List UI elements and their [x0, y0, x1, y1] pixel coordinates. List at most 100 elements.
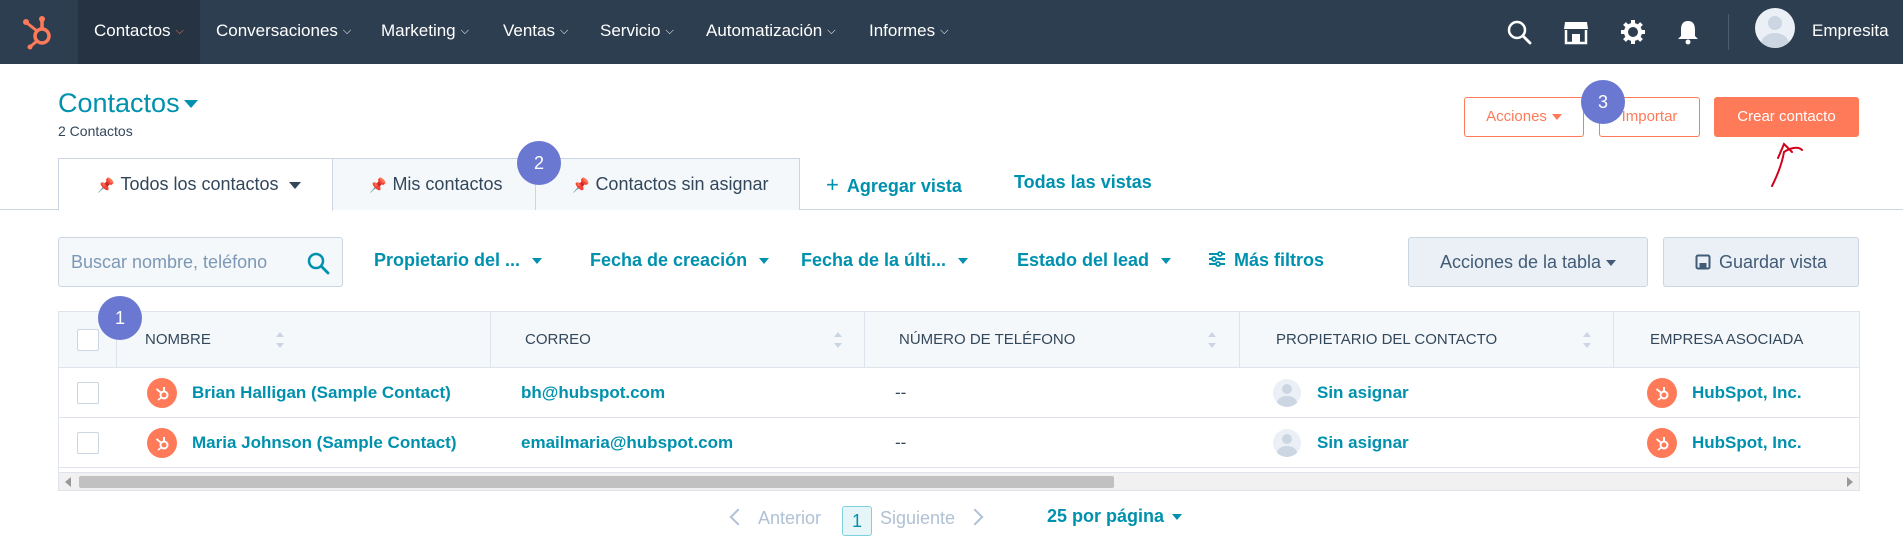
search-icon[interactable]: [306, 251, 330, 275]
add-view-label: Agregar vista: [846, 176, 962, 196]
marketplace-icon[interactable]: [1562, 18, 1590, 46]
tab-label: Todos los contactos: [120, 174, 279, 194]
nav-ventas[interactable]: Ventas ⌵: [503, 0, 568, 64]
owner-avatar: [1273, 429, 1301, 457]
pin-icon: 📌: [369, 177, 387, 193]
table-header: NOMBRE CORREO NÚMERO DE TELÉFONO PROPIET…: [59, 312, 1859, 368]
contact-email-link[interactable]: emailmaria@hubspot.com: [521, 418, 733, 468]
tab-label: Contactos sin asignar: [595, 174, 769, 194]
top-navigation: Contactos ⌵ Conversaciones ⌵ Marketing ⌵ Ve…: [0, 0, 1903, 64]
filter-propietario[interactable]: Propietario del ...: [374, 250, 543, 271]
row-checkbox[interactable]: [77, 382, 99, 404]
caret-down-icon: [1551, 114, 1562, 121]
column-label: NOMBRE: [145, 331, 211, 348]
caret-down-icon[interactable]: [184, 100, 198, 108]
nav-conversaciones[interactable]: Conversaciones ⌵: [216, 0, 351, 64]
row-checkbox[interactable]: [77, 432, 99, 454]
more-filters-button[interactable]: Más filtros: [1208, 250, 1324, 271]
next-label: Siguiente: [880, 508, 956, 528]
filter-label: Estado del lead: [1017, 250, 1150, 270]
filter-fecha-creacion[interactable]: Fecha de creación: [590, 250, 770, 271]
chevron-down-icon: ⌵: [342, 25, 352, 37]
contact-owner-link[interactable]: Sin asignar: [1317, 368, 1409, 418]
search-input[interactable]: [71, 248, 291, 276]
tab-contactos-sin-asignar[interactable]: 📌 Contactos sin asignar: [535, 158, 800, 210]
all-views-link[interactable]: Todas las vistas: [1014, 172, 1152, 193]
record-count: 2 Contactos: [58, 123, 133, 139]
actions-label: Acciones: [1486, 108, 1547, 125]
previous-page-button[interactable]: Anterior: [729, 508, 822, 529]
contact-name-link[interactable]: Brian Halligan (Sample Contact): [192, 368, 451, 418]
per-page-dropdown[interactable]: 25 por página: [1047, 506, 1183, 527]
chevron-down-icon: ⌵: [940, 25, 949, 37]
contact-phone: --: [895, 383, 907, 402]
tab-mis-contactos[interactable]: 📌 Mis contactos: [332, 158, 536, 210]
create-contact-button[interactable]: Crear contacto: [1714, 97, 1859, 137]
nav-servicio[interactable]: Servicio ⌵: [600, 0, 674, 64]
caret-down-icon: [1606, 260, 1617, 267]
avatar[interactable]: [1755, 8, 1795, 48]
save-icon: [1695, 254, 1711, 270]
select-all-checkbox[interactable]: [77, 329, 99, 351]
table-actions-label: Acciones de la tabla: [1439, 252, 1602, 272]
hubspot-logo-icon[interactable]: [18, 12, 58, 52]
sort-icon[interactable]: [1582, 332, 1592, 348]
search-field[interactable]: [58, 237, 343, 287]
table-actions-button[interactable]: Acciones de la tabla: [1408, 237, 1648, 287]
sort-icon[interactable]: [1207, 332, 1217, 348]
plus-icon: +: [826, 172, 839, 197]
column-header-name[interactable]: NOMBRE: [117, 312, 491, 368]
contact-email-link[interactable]: bh@hubspot.com: [521, 368, 665, 418]
column-header-company[interactable]: EMPRESA ASOCIADA: [1614, 312, 1859, 368]
scroll-right-icon[interactable]: [1847, 477, 1853, 487]
filter-estado-lead[interactable]: Estado del lead: [1017, 250, 1172, 271]
contact-phone: --: [895, 433, 907, 452]
nav-label: Servicio: [600, 21, 661, 40]
filter-fecha-ultima[interactable]: Fecha de la últi...: [801, 250, 969, 271]
account-name[interactable]: Empresita: [1812, 0, 1889, 64]
gear-icon[interactable]: [1619, 18, 1647, 46]
pin-icon: 📌: [572, 177, 590, 193]
contact-owner-link[interactable]: Sin asignar: [1317, 418, 1409, 468]
sort-icon[interactable]: [275, 332, 285, 348]
column-header-email[interactable]: CORREO: [491, 312, 865, 368]
column-label: EMPRESA ASOCIADA: [1650, 331, 1804, 348]
company-link[interactable]: HubSpot, Inc.: [1692, 418, 1802, 468]
nav-label: Conversaciones: [216, 21, 338, 40]
nav-contactos[interactable]: Contactos ⌵: [78, 0, 200, 64]
tab-todos-los-contactos[interactable]: 📌 Todos los contactos: [58, 158, 333, 211]
more-filters-label: Más filtros: [1234, 250, 1325, 270]
caret-down-icon[interactable]: [288, 181, 301, 189]
table-row: Maria Johnson (Sample Contact) emailmari…: [59, 418, 1859, 468]
hubspot-sprocket-icon: [147, 428, 177, 458]
column-header-owner[interactable]: PROPIETARIO DEL CONTACTO: [1240, 312, 1614, 368]
company-link[interactable]: HubSpot, Inc.: [1692, 368, 1802, 418]
nav-informes[interactable]: Informes ⌵: [869, 0, 948, 64]
nav-label: Contactos: [94, 21, 171, 40]
nav-automatizacion[interactable]: Automatización ⌵: [706, 0, 836, 64]
previous-label: Anterior: [758, 508, 822, 528]
scrollbar-thumb[interactable]: [79, 476, 1114, 488]
filter-label: Fecha de creación: [590, 250, 748, 270]
add-view-button[interactable]: + Agregar vista: [826, 172, 962, 198]
save-view-button[interactable]: Guardar vista: [1663, 237, 1859, 287]
chevron-down-icon: ⌵: [665, 25, 674, 37]
bell-icon[interactable]: [1674, 18, 1702, 46]
scroll-left-icon[interactable]: [65, 477, 71, 487]
hubspot-sprocket-icon: [147, 378, 177, 408]
save-view-label: Guardar vista: [1718, 252, 1828, 272]
current-page[interactable]: 1: [842, 506, 872, 536]
sort-icon[interactable]: [833, 332, 843, 348]
search-icon[interactable]: [1505, 18, 1533, 46]
tab-label: Mis contactos: [392, 174, 503, 194]
step-badge-1: 1: [98, 296, 142, 340]
next-page-button[interactable]: Siguiente: [880, 508, 984, 529]
page-title[interactable]: Contactos: [58, 88, 180, 119]
contact-name-link[interactable]: Maria Johnson (Sample Contact): [192, 418, 456, 468]
horizontal-scrollbar[interactable]: [59, 472, 1859, 490]
actions-button[interactable]: Acciones: [1464, 97, 1584, 137]
nav-label: Informes: [869, 21, 936, 40]
column-header-phone[interactable]: NÚMERO DE TELÉFONO: [865, 312, 1240, 368]
nav-marketing[interactable]: Marketing ⌵: [381, 0, 469, 64]
caret-down-icon: [532, 258, 543, 265]
